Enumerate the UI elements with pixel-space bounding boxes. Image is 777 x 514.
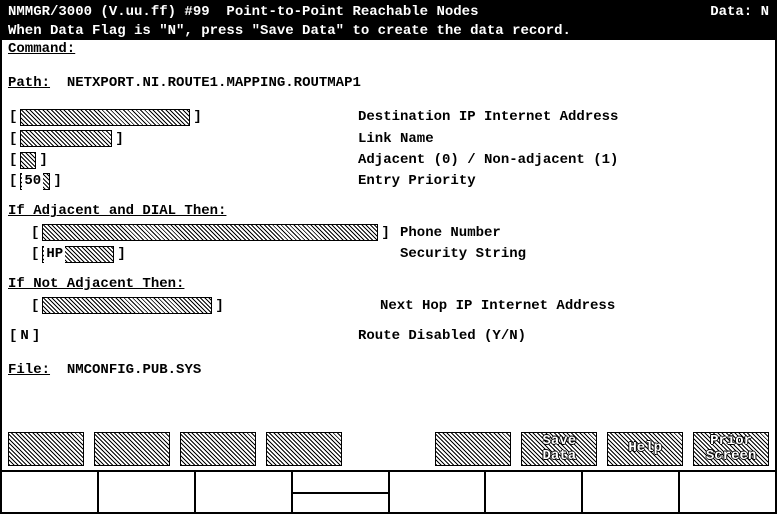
priority-input[interactable]: 50 <box>20 173 50 190</box>
softkey-f1[interactable] <box>8 432 84 466</box>
command-label: Command: <box>8 41 75 57</box>
data-flag: Data: N <box>710 4 769 20</box>
security-input[interactable]: HP <box>42 246 114 263</box>
link-name-label: Link Name <box>358 129 769 149</box>
adjacent-label: Adjacent (0) / Non-adjacent (1) <box>358 150 769 170</box>
next-hop-input[interactable] <box>42 297 212 314</box>
box-4 <box>293 472 390 512</box>
path-value: NETXPORT.NI.ROUTE1.MAPPING.ROUTMAP1 <box>67 73 361 93</box>
title-bar: NMMGR/3000 (V.uu.ff) #99 Point-to-Point … <box>2 2 775 22</box>
box-5 <box>390 472 487 512</box>
file-label: File: <box>8 360 50 380</box>
phone-label: Phone Number <box>400 223 769 243</box>
hint-bar: When Data Flag is "N", press "Save Data"… <box>2 22 775 40</box>
section-adjacent-header: If Adjacent and DIAL Then: <box>8 201 769 221</box>
softkey-gap <box>352 432 426 466</box>
disabled-label: Route Disabled (Y/N) <box>358 326 769 346</box>
path-label: Path: <box>8 73 50 93</box>
box-8 <box>680 472 775 512</box>
bottom-box-row <box>2 470 775 512</box>
phone-input[interactable] <box>42 224 378 241</box>
softkey-f5[interactable] <box>435 432 511 466</box>
softkey-f2[interactable] <box>94 432 170 466</box>
softkey-f4[interactable] <box>266 432 342 466</box>
title-text: NMMGR/3000 (V.uu.ff) #99 Point-to-Point … <box>8 4 478 20</box>
next-hop-label: Next Hop IP Internet Address <box>380 296 769 316</box>
box-6 <box>486 472 583 512</box>
dest-ip-label: Destination IP Internet Address <box>358 107 769 127</box>
link-name-input[interactable] <box>20 130 112 147</box>
softkey-f3[interactable] <box>180 432 256 466</box>
softkey-help[interactable]: Help <box>607 432 683 466</box>
softkey-save-data[interactable]: Save Data <box>521 432 597 466</box>
security-label: Security String <box>400 244 769 264</box>
box-2 <box>99 472 196 512</box>
adjacent-input[interactable] <box>20 152 36 169</box>
softkey-row: Save Data Help Prior Screen <box>2 432 775 466</box>
file-value: NMCONFIG.PUB.SYS <box>67 360 201 380</box>
softkey-prior-screen[interactable]: Prior Screen <box>693 432 769 466</box>
box-3 <box>196 472 293 512</box>
dest-ip-input[interactable] <box>20 109 190 126</box>
priority-label: Entry Priority <box>358 171 769 191</box>
terminal-screen: NMMGR/3000 (V.uu.ff) #99 Point-to-Point … <box>0 0 777 514</box>
section-notadjacent-header: If Not Adjacent Then: <box>8 274 769 294</box>
disabled-input[interactable]: N <box>20 326 28 346</box>
box-1 <box>2 472 99 512</box>
command-bar[interactable]: Command: <box>2 40 775 58</box>
box-7 <box>583 472 680 512</box>
